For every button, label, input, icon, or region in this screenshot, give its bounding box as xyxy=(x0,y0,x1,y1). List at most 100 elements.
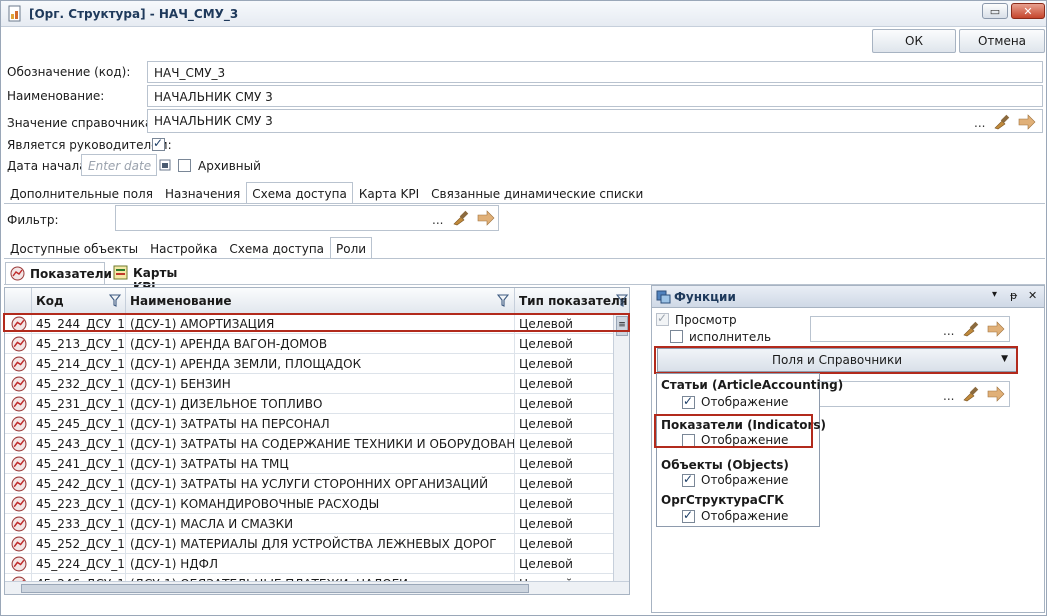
ref-field[interactable]: НАЧАЛЬНИК СМУ 3 xyxy=(147,109,1043,133)
cell-code: 45_243_ДСУ_1 xyxy=(32,434,126,454)
ref-value: НАЧАЛЬНИК СМУ 3 xyxy=(154,114,273,128)
grid-header-icon-col xyxy=(5,288,32,314)
kpi-card-icon xyxy=(113,265,128,280)
cell-code: 45_224_ДСУ_1 xyxy=(32,554,126,574)
start-date-field[interactable]: Enter date xyxy=(81,154,157,176)
fields-popup: Статьи (ArticleAccounting) Отображение П… xyxy=(656,373,843,527)
group-objects-checkbox[interactable] xyxy=(682,472,695,487)
table-row[interactable]: 45_243_ДСУ_1 (ДСУ-1) ЗАТРАТЫ НА СОДЕРЖАНИ… xyxy=(5,434,613,454)
table-row[interactable]: 45_213_ДСУ_1 (ДСУ-1) АРЕНДА ВАГОН-ДОМОВ Це… xyxy=(5,334,613,354)
ref-ellipsis-button[interactable]: ... xyxy=(974,116,985,130)
group-orgstructure-title: ОргСтруктураСГК xyxy=(661,493,785,507)
executor-checkbox[interactable] xyxy=(670,330,683,343)
window-title: [Орг. Структура] - НАЧ_СМУ_3 xyxy=(29,7,239,21)
cell-name: (ДСУ-1) БЕНЗИН xyxy=(126,374,515,394)
cell-code: 45_233_ДСУ_1 xyxy=(32,514,126,534)
tab-kpi-cards[interactable]: Карты KPI xyxy=(109,262,199,294)
filter-arrow-icon[interactable] xyxy=(476,209,496,227)
row-icon-cell xyxy=(5,354,32,374)
executor-clear-brush-icon[interactable] xyxy=(962,319,982,337)
indicator-icon xyxy=(11,376,27,392)
table-row[interactable]: 45_232_ДСУ_1 (ДСУ-1) БЕНЗИН Целевой xyxy=(5,374,613,394)
filter-ellipsis-button[interactable]: ... xyxy=(432,213,443,227)
panel-menu-icon[interactable]: ▾ xyxy=(992,289,997,300)
pin-icon[interactable]: ᵽ xyxy=(1010,289,1017,302)
table-row[interactable]: 45_223_ДСУ_1 (ДСУ-1) КОМАНДИРОВОЧНЫЕ РАСХ… xyxy=(5,494,613,514)
grid-header-name[interactable]: Наименование xyxy=(126,288,515,314)
cancel-button[interactable]: Отмена xyxy=(959,29,1045,53)
panel-close-icon[interactable]: ✕ xyxy=(1028,289,1037,302)
cell-code: 45_252_ДСУ_1 xyxy=(32,534,126,554)
highlight-first-row xyxy=(3,313,630,332)
grid-header-type[interactable]: Тип показателя xyxy=(515,288,629,314)
second-arrow-icon[interactable] xyxy=(986,385,1006,403)
title-bar: [Орг. Структура] - НАЧ_СМУ_3 ▭ ✕ xyxy=(1,1,1046,27)
table-row[interactable]: 45_233_ДСУ_1 (ДСУ-1) МАСЛА И СМАЗКИ Целево… xyxy=(5,514,613,534)
grid-horizontal-scrollbar[interactable] xyxy=(5,581,629,594)
tab-additional-fields[interactable]: Дополнительные поля xyxy=(4,182,159,204)
tab-sub-access-scheme[interactable]: Схема доступа xyxy=(223,237,330,259)
filter-icon[interactable] xyxy=(109,294,121,307)
indicator-icon xyxy=(11,356,27,372)
cell-code: 45_231_ДСУ_1 xyxy=(32,394,126,414)
tab-kpi-map[interactable]: Карта KPI xyxy=(353,182,425,204)
group-objects-title: Объекты (Objects) xyxy=(661,458,789,472)
executor-ellipsis-button[interactable]: ... xyxy=(943,324,954,338)
second-clear-brush-icon[interactable] xyxy=(962,384,982,402)
calendar-icon[interactable] xyxy=(158,155,172,175)
second-ellipsis-button[interactable]: ... xyxy=(943,389,954,403)
cell-name: (ДСУ-1) ЗАТРАТЫ НА УСЛУГИ СТОРОННИХ ОРГА… xyxy=(126,474,515,494)
view-checkbox xyxy=(656,311,669,326)
executor-arrow-icon[interactable] xyxy=(986,320,1006,338)
grid-vertical-scrollbar[interactable]: ≡ xyxy=(613,314,629,581)
tab-indicators[interactable]: Показатели xyxy=(5,262,112,284)
is-head-checkbox[interactable] xyxy=(152,136,165,151)
tab-linked-lists[interactable]: Связанные динамические списки xyxy=(425,182,649,204)
name-field[interactable]: НАЧАЛЬНИК СМУ 3 xyxy=(147,85,1043,107)
group-article-checkbox[interactable] xyxy=(682,394,695,409)
ok-button[interactable]: ОК xyxy=(872,29,956,53)
cell-code: 45_241_ДСУ_1 xyxy=(32,454,126,474)
table-row[interactable]: 45_214_ДСУ_1 (ДСУ-1) АРЕНДА ЗЕМЛИ, ПЛОЩАД… xyxy=(5,354,613,374)
group-orgstructure-checkbox[interactable] xyxy=(682,508,695,523)
tab-available-objects[interactable]: Доступные объекты xyxy=(4,237,144,259)
hscroll-thumb[interactable] xyxy=(21,584,529,593)
cell-name: (ДСУ-1) АРЕНДА ЗЕМЛИ, ПЛОЩАДОК xyxy=(126,354,515,374)
table-row[interactable]: 45_245_ДСУ_1 (ДСУ-1) ЗАТРАТЫ НА ПЕРСОНАЛ Ц… xyxy=(5,414,613,434)
row-icon-cell xyxy=(5,374,32,394)
clear-brush-icon[interactable] xyxy=(993,112,1013,130)
table-row[interactable]: 45_241_ДСУ_1 (ДСУ-1) ЗАТРАТЫ НА ТМЦ Целево… xyxy=(5,454,613,474)
arrow-right-icon[interactable] xyxy=(1017,113,1037,131)
tab-access-scheme[interactable]: Схема доступа xyxy=(246,182,353,204)
cell-type: Целевой xyxy=(519,497,573,511)
restore-button[interactable]: ▭ xyxy=(982,3,1008,19)
tab-assignments[interactable]: Назначения xyxy=(159,182,246,204)
filter-clear-brush-icon[interactable] xyxy=(452,208,472,226)
indicator-icon xyxy=(10,266,25,281)
code-field[interactable]: НАЧ_СМУ_3 xyxy=(147,61,1043,83)
cell-type: Целевой xyxy=(519,517,573,531)
table-row[interactable]: 45_242_ДСУ_1 (ДСУ-1) ЗАТРАТЫ НА УСЛУГИ СТ… xyxy=(5,474,613,494)
archive-checkbox[interactable] xyxy=(178,159,191,172)
close-button[interactable]: ✕ xyxy=(1011,3,1045,19)
cell-name: (ДСУ-1) НДФЛ xyxy=(126,554,515,574)
tab-setup[interactable]: Настройка xyxy=(144,237,223,259)
tab-roles[interactable]: Роли xyxy=(330,237,373,259)
functions-title: Функции xyxy=(674,290,736,304)
cell-name: (ДСУ-1) МАСЛА И СМАЗКИ xyxy=(126,514,515,534)
filter-icon[interactable] xyxy=(616,294,628,307)
filter-icon[interactable] xyxy=(497,294,509,307)
table-row[interactable]: 45_252_ДСУ_1 (ДСУ-1) МАТЕРИАЛЫ ДЛЯ УСТРОЙ… xyxy=(5,534,613,554)
grid-header-type-label: Тип показателя xyxy=(519,294,628,308)
cell-type: Целевой xyxy=(519,377,573,391)
table-row[interactable]: 45_224_ДСУ_1 (ДСУ-1) НДФЛ Целевой xyxy=(5,554,613,574)
row-icon-cell xyxy=(5,534,32,554)
cell-type: Целевой xyxy=(519,557,573,571)
main-tabs-divider xyxy=(4,203,1045,204)
cell-name: (ДСУ-1) КОМАНДИРОВОЧНЫЕ РАСХОДЫ xyxy=(126,494,515,514)
table-row[interactable]: 45_231_ДСУ_1 (ДСУ-1) ДИЗЕЛЬНОЕ ТОПЛИВО Цел… xyxy=(5,394,613,414)
is-head-label: Является руководителем: xyxy=(7,138,172,152)
cell-type: Целевой xyxy=(519,397,573,411)
indicator-icon xyxy=(11,396,27,412)
cell-name: (ДСУ-1) ДИЗЕЛЬНОЕ ТОПЛИВО xyxy=(126,394,515,414)
